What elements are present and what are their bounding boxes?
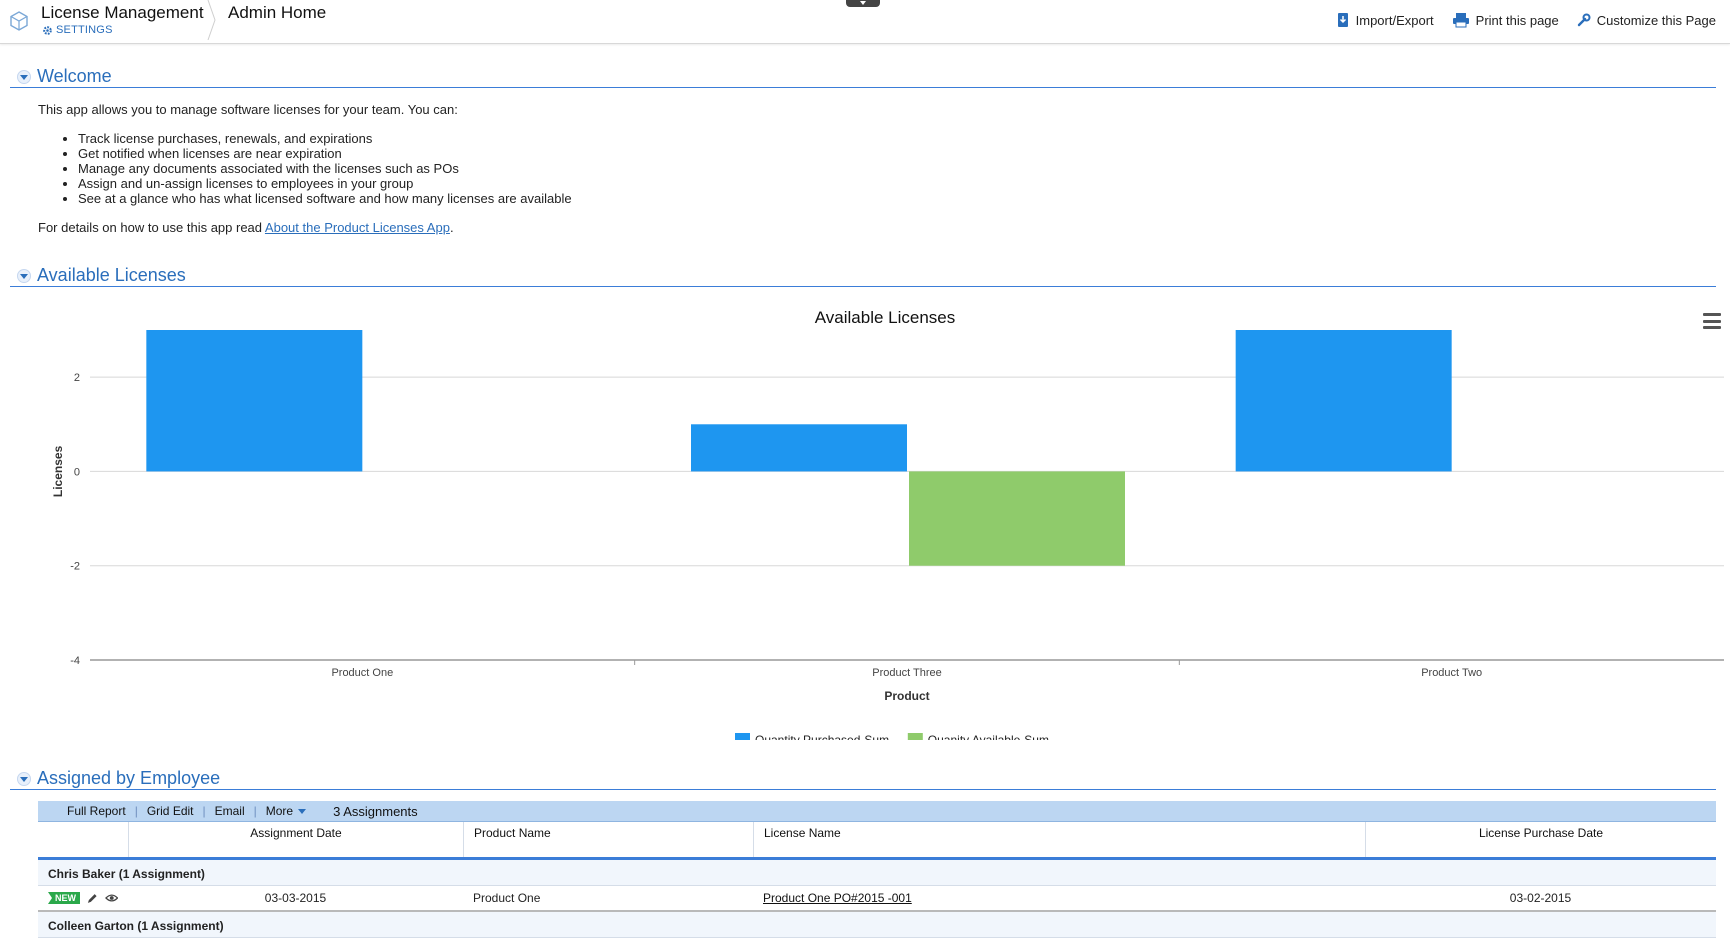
available-licenses-chart: Available Licenses 2 0 -2 -4 Licenses Product … (51, 308, 1724, 740)
bar-product-two-series-1 (1235, 330, 1452, 472)
column-header-license-name[interactable]: License Name (753, 822, 1365, 857)
assignments-grid: Full Report | Grid Edit | Email | More 3… (38, 801, 1716, 938)
full-report-button[interactable]: Full Report (58, 804, 135, 818)
collapse-toggle-icon[interactable] (17, 69, 31, 84)
customize-label: Customize this Page (1596, 12, 1716, 28)
section-title-assigned-by-employee: Assigned by Employee (37, 768, 221, 788)
y-tick-label: 2 (74, 372, 80, 384)
y-axis-label: Licenses (51, 445, 65, 497)
cell-product-name: Product One (473, 891, 541, 905)
app-header: License Management SETTINGS Admin Home I… (0, 0, 1730, 44)
collapse-toggle-icon[interactable] (17, 771, 31, 786)
about-app-link[interactable]: About the Product Licenses App (265, 220, 450, 235)
legend-swatch (907, 733, 923, 740)
assignment-count: 3 Assignments (333, 803, 418, 819)
printer-icon (1452, 13, 1469, 28)
x-axis-label: Product (884, 689, 929, 703)
collapse-toggle-icon[interactable] (17, 268, 31, 283)
y-tick-label: -4 (70, 655, 80, 667)
legend-swatch (735, 733, 750, 740)
more-dropdown[interactable]: More (257, 804, 315, 818)
column-header-license-purchase-date[interactable]: License Purchase Date (1365, 822, 1716, 857)
x-tick-label: Product Three (872, 667, 942, 679)
pencil-icon[interactable] (86, 892, 99, 905)
page-title: Admin Home (228, 3, 327, 22)
legend-entry: Quanity Available-Sum (928, 733, 1049, 740)
customize-page-button[interactable]: Customize this Page (1577, 12, 1716, 28)
details-prefix: For details on how to use this app read (38, 220, 265, 235)
bar-product-three-series-1 (691, 424, 907, 472)
grid-edit-button[interactable]: Grid Edit (138, 804, 203, 818)
settings-link[interactable]: SETTINGS (42, 24, 113, 36)
breadcrumb-separator (207, 0, 216, 40)
list-item: Track license purchases, renewals, and e… (78, 131, 572, 146)
header-actions: Import/Export Print this page Customize … (1336, 12, 1716, 28)
cell-assignment-date: 03-03-2015 (264, 891, 327, 905)
import-export-icon (1337, 13, 1348, 27)
welcome-details: For details on how to use this app read … (38, 220, 572, 235)
column-header-assignment-date[interactable]: Assignment Date (128, 822, 463, 857)
bar-product-three-series-2 (909, 471, 1125, 566)
y-tick-label: 0 (74, 466, 80, 478)
section-title-available-licenses: Available Licenses (37, 265, 186, 285)
email-button[interactable]: Email (206, 804, 254, 818)
import-export-label: Import/Export (1355, 12, 1434, 28)
cell-purchase-date: 03-02-2015 (1509, 891, 1572, 905)
wrench-icon (1577, 13, 1591, 27)
table-row: NEW 03-03-2015 Product One Product One P… (38, 886, 1716, 912)
legend-entry: Quantity Purchased-Sum (755, 733, 889, 740)
eye-icon[interactable] (104, 893, 118, 903)
assigned-by-employee-section-header: Assigned by Employee (10, 768, 1716, 790)
cube-icon[interactable] (8, 10, 30, 32)
print-button[interactable]: Print this page (1452, 12, 1559, 28)
bar-product-one-series-1 (146, 330, 363, 472)
welcome-bullet-list: Track license purchases, renewals, and e… (78, 131, 572, 206)
list-item: Manage any documents associated with the… (78, 161, 572, 176)
row-actions: NEW (38, 892, 128, 905)
list-item: See at a glance who has what licensed so… (78, 191, 572, 206)
grid-toolbar: Full Report | Grid Edit | Email | More 3… (38, 801, 1716, 822)
collapse-header-tab[interactable] (846, 0, 880, 7)
print-label: Print this page (1475, 12, 1559, 28)
y-tick-label: -2 (70, 561, 80, 573)
group-row-chris-baker[interactable]: Chris Baker (1 Assignment) (38, 860, 1716, 886)
license-name-link[interactable]: Product One PO#2015 -001 (763, 891, 912, 905)
welcome-section-header: Welcome (10, 66, 1716, 88)
column-header-product-name[interactable]: Product Name (463, 822, 753, 857)
grid-header-row: Assignment Date Product Name License Nam… (38, 822, 1716, 860)
list-item: Get notified when licenses are near expi… (78, 146, 572, 161)
details-suffix: . (449, 220, 454, 235)
chart-title: Available Licenses (815, 308, 956, 327)
gear-icon (43, 25, 52, 35)
list-item: Assign and un-assign licenses to employe… (78, 176, 572, 191)
welcome-intro: This app allows you to manage software l… (38, 102, 458, 117)
available-licenses-section-header: Available Licenses (10, 265, 1716, 287)
group-row-colleen-garton[interactable]: Colleen Garton (1 Assignment) (38, 912, 1716, 938)
welcome-text: This app allows you to manage software l… (38, 102, 572, 235)
x-tick-label: Product Two (1421, 667, 1482, 679)
new-badge: NEW (48, 892, 80, 904)
x-tick-label: Product One (331, 667, 393, 679)
import-export-button[interactable]: Import/Export (1336, 12, 1434, 28)
section-title-welcome: Welcome (37, 66, 112, 86)
column-header-actions (38, 822, 128, 857)
settings-label: SETTINGS (56, 24, 113, 36)
app-title[interactable]: License Management (41, 3, 204, 23)
